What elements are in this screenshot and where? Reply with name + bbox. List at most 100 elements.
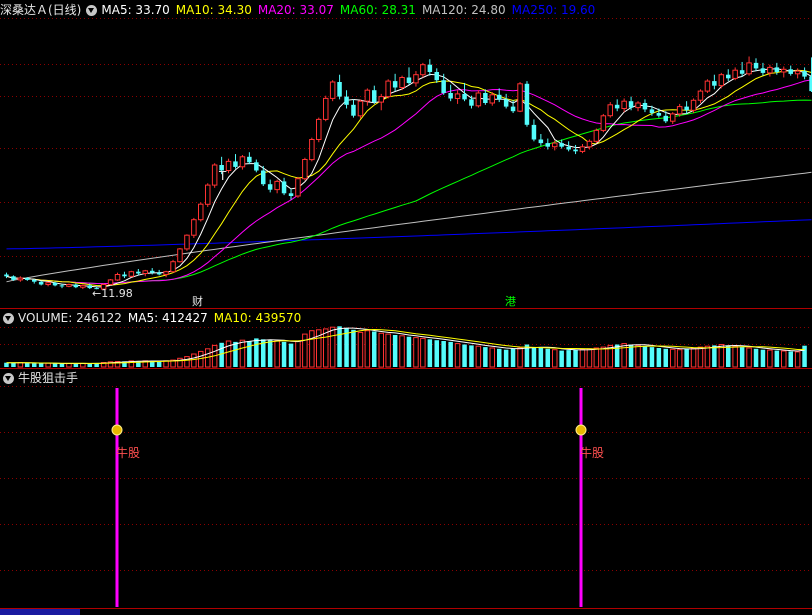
volume-bar <box>337 326 342 367</box>
candle-body <box>11 276 16 280</box>
volume-bar <box>434 340 439 367</box>
candle-body <box>462 93 467 100</box>
ma5-label: MA5: 33.70 <box>101 3 170 17</box>
candle-body <box>225 160 232 171</box>
volume-bar <box>239 339 246 368</box>
signal-label: 牛股 <box>580 445 604 460</box>
volume-bar <box>302 333 308 368</box>
candle-body <box>378 96 384 103</box>
candle-body <box>579 146 586 152</box>
volume-bar <box>697 346 704 368</box>
volume-bar <box>357 331 364 368</box>
candle-body <box>503 99 509 107</box>
signal-dot <box>575 424 587 436</box>
candle-body <box>600 115 607 131</box>
volume-bar <box>593 347 600 368</box>
candle-body <box>545 143 550 147</box>
candle-body <box>38 281 44 285</box>
volume-bar <box>448 341 453 367</box>
candle-body <box>136 271 141 274</box>
candle-body <box>656 113 662 116</box>
volume-bar <box>32 363 37 367</box>
candle-body <box>559 143 564 147</box>
candle-body <box>649 109 655 113</box>
candle-body <box>726 74 731 79</box>
volume-bar <box>475 345 482 368</box>
candle-body <box>406 77 412 83</box>
candle-body <box>774 67 780 72</box>
volume-bar <box>191 353 197 368</box>
candle-body <box>295 178 301 197</box>
candle-body <box>114 274 121 281</box>
volume-bar <box>559 350 564 367</box>
candle-body <box>767 66 773 74</box>
candle-body <box>66 284 72 287</box>
volume-bar <box>788 351 793 367</box>
candle-body <box>448 93 453 99</box>
volume-bar <box>413 337 419 368</box>
candle-body <box>351 104 356 116</box>
candle-body <box>233 161 238 167</box>
candle-body <box>17 277 24 281</box>
scroll-bar <box>0 609 80 615</box>
chevron-down-icon[interactable] <box>86 4 98 16</box>
ma250-line <box>6 219 812 250</box>
candle-body <box>247 156 252 163</box>
candle-body <box>676 106 683 115</box>
candle-body <box>142 270 148 274</box>
candle-body <box>274 180 280 191</box>
candle-body <box>191 219 197 236</box>
candle-body <box>781 68 787 73</box>
volume-ma5-label: MA5: 412427 <box>127 311 208 325</box>
candle-body <box>177 248 183 263</box>
candle-body <box>211 164 218 186</box>
volume-bar <box>503 349 509 367</box>
candle-body <box>712 81 717 86</box>
volume-bar <box>295 340 301 368</box>
volume-bar <box>406 336 412 367</box>
candle-body <box>267 184 273 190</box>
candle-body <box>593 129 600 142</box>
volume-bar <box>351 329 356 367</box>
candle-body <box>52 282 58 286</box>
candle-body <box>427 64 433 72</box>
volume-bar <box>281 341 287 367</box>
chart-canvas: ←11.98 T 财 港牛股 牛股 <box>0 18 812 615</box>
signal-bar <box>579 388 583 607</box>
candle-body <box>302 159 308 180</box>
volume-bar <box>274 340 280 368</box>
volume-bar <box>656 348 662 367</box>
volume-ma10-label: MA10: 439570 <box>213 311 302 325</box>
ma120-line <box>6 171 812 283</box>
candle-body <box>760 68 766 73</box>
candle-body <box>753 62 759 69</box>
candle-body <box>614 104 620 109</box>
ma5-line <box>6 68 812 288</box>
candle-body <box>170 261 176 273</box>
chevron-down-icon[interactable] <box>3 372 14 384</box>
candle-body <box>163 271 169 275</box>
volume-bar <box>497 348 502 367</box>
candle-body <box>150 270 155 273</box>
volume-bar <box>309 330 315 368</box>
volume-bar <box>531 347 537 367</box>
candle-body <box>621 100 627 109</box>
volume-bar <box>704 345 711 368</box>
volume-bar <box>233 341 238 367</box>
volume-bar <box>573 349 578 367</box>
candle-body <box>802 71 807 77</box>
volume-bar <box>66 363 72 368</box>
volume-bar <box>219 342 224 367</box>
candle-body <box>510 106 516 112</box>
volume-bar <box>288 343 294 367</box>
volume-bar <box>364 330 371 368</box>
candle-body <box>413 74 419 84</box>
chevron-down-icon[interactable] <box>3 312 14 324</box>
volume-bar <box>781 350 787 368</box>
volume-bar <box>794 351 801 368</box>
volume-bar <box>372 331 377 367</box>
candle-body <box>739 70 745 74</box>
volume-bar <box>635 344 641 368</box>
cai-mark: 财 <box>192 294 203 308</box>
candle-body <box>344 96 349 105</box>
